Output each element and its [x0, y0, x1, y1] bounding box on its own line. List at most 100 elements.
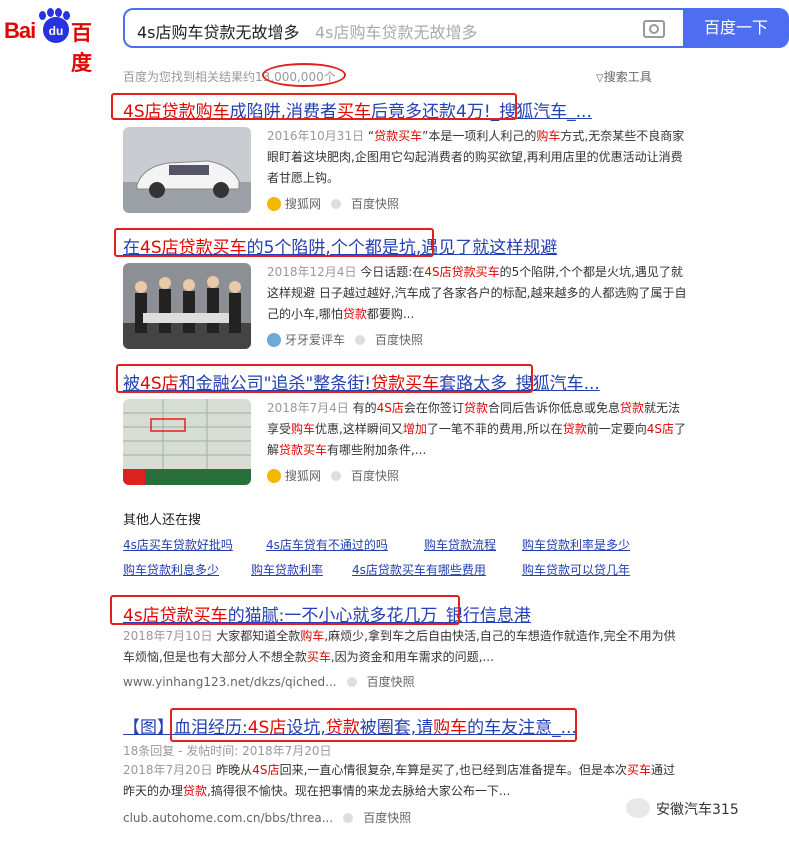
text-segment: 了一笔不菲的费用,所以在: [426, 422, 563, 436]
snapshot-link[interactable]: 百度快照: [367, 675, 415, 689]
keyword-highlight: 贷款: [342, 307, 367, 321]
keyword-highlight: 4S店: [376, 401, 404, 415]
keyword-highlight: 4S店: [646, 422, 674, 436]
text-segment: 有的: [352, 401, 377, 415]
result-snippet: 2018年7月10日 大家都知道全款购车,麻烦少,拿到车之后自由快活,自己的车想…: [123, 626, 683, 668]
funnel-icon: ▽: [596, 73, 604, 84]
keyword-highlight: 购车: [291, 422, 316, 436]
keyword-highlight: 贷款: [463, 401, 488, 415]
sohu-icon: [267, 197, 281, 211]
text-segment: 有哪些附加条件,...: [327, 443, 427, 457]
result-source: 牙牙爱评车 百度快照: [267, 331, 423, 348]
source-icon: [267, 333, 281, 347]
shield-icon: [331, 471, 342, 481]
keyword-highlight: 购车: [536, 129, 561, 143]
snapshot-link[interactable]: 百度快照: [351, 469, 399, 483]
keyword-highlight: 贷款: [562, 422, 587, 436]
keyword-highlight: 4S店贷款买车: [424, 265, 500, 279]
search-input[interactable]: 4s店购车贷款无故增多 4s店购车贷款无故增多: [123, 8, 683, 48]
search-ghost: 4s店购车贷款无故增多: [315, 23, 478, 42]
keyword-highlight: 贷款买车: [279, 443, 328, 457]
annotation-circle: [262, 63, 346, 87]
annotation-box: [170, 708, 577, 742]
logo-bai: Bai: [4, 18, 36, 43]
search-tools-label: 搜索工具: [603, 70, 652, 84]
result-url[interactable]: www.yinhang123.net/dkzs/qiched...: [123, 675, 337, 689]
related-search-link[interactable]: 购车贷款利率: [251, 561, 323, 578]
text-segment: 都要购...: [366, 307, 415, 321]
related-search-link[interactable]: 购车贷款可以贷几年: [522, 561, 630, 578]
result-date: 2016年10月31日: [267, 129, 365, 143]
annotation-box: [114, 228, 434, 257]
result-source: 搜狐网 百度快照: [267, 195, 399, 212]
search-tools[interactable]: ▽搜索工具: [596, 68, 652, 85]
related-search-link[interactable]: 4s店买车贷款好批吗: [123, 536, 233, 553]
result-snippet: 2016年10月31日 “贷款买车”本是一项利人利己的购车方式,无奈某些不良商家…: [267, 126, 687, 189]
watermark: 安徽汽车315: [626, 798, 739, 819]
text-segment: ,因为资金和用车需求的问题,...: [330, 650, 494, 664]
post-meta: 18条回复 - 发帖时间: 2018年7月20日: [123, 744, 332, 758]
result-snippet: 2018年7月4日 有的4S店会在你签订贷款合同后告诉你低息或免息贷款就无法享受…: [267, 398, 687, 461]
shield-icon: [346, 677, 357, 687]
result-thumbnail[interactable]: [123, 399, 251, 485]
result-thumbnail[interactable]: [123, 127, 251, 213]
baidu-logo[interactable]: Bai du 百度: [4, 8, 108, 75]
logo-du: du: [48, 24, 64, 38]
text-segment: 今日话题:在: [360, 265, 425, 279]
result-source: club.autohome.com.cn/bbs/threa... 百度快照: [123, 809, 411, 826]
annotation-box: [110, 595, 460, 625]
shield-icon: [331, 199, 342, 209]
text-segment: 回来,一直心情很复杂,车算是买了,也已经到店准备提车。但是本次: [279, 763, 628, 777]
keyword-highlight: 买车: [627, 763, 652, 777]
result-snippet: 2018年7月20日 昨晚从4S店回来,一直心情很复杂,车算是买了,也已经到店准…: [123, 760, 683, 802]
result-date: 2018年7月4日: [267, 401, 349, 415]
text-segment: 大家都知道全款: [216, 629, 301, 643]
snapshot-link[interactable]: 百度快照: [375, 333, 423, 347]
result-date: 2018年7月10日: [123, 629, 213, 643]
text-segment: 合同后告诉你低息或免息: [487, 401, 620, 415]
keyword-highlight: 贷款: [619, 401, 644, 415]
annotation-box: [116, 364, 533, 393]
annotation-box: [111, 93, 517, 120]
keyword-highlight: 4S店: [252, 763, 280, 777]
text-segment: ”本是一项利人利己的: [422, 129, 537, 143]
result-date: 2018年7月20日: [123, 763, 213, 777]
related-search-link[interactable]: 4s店贷款买车有哪些费用: [352, 561, 486, 578]
source-name[interactable]: 搜狐网: [285, 197, 321, 211]
keyword-highlight: 增加: [402, 422, 427, 436]
result-thumbnail[interactable]: [123, 263, 251, 349]
snapshot-link[interactable]: 百度快照: [363, 811, 411, 825]
result-date: 2018年12月4日: [267, 265, 357, 279]
result-url[interactable]: club.autohome.com.cn/bbs/threa...: [123, 811, 333, 825]
related-search-link[interactable]: 购车贷款流程: [424, 536, 496, 553]
text-segment: 前一定要向: [586, 422, 647, 436]
text-segment: 昨晚从: [216, 763, 253, 777]
keyword-highlight: 贷款买车: [374, 129, 423, 143]
wechat-icon: [626, 798, 650, 818]
text-segment: 会在你签订: [403, 401, 464, 415]
sohu-icon: [267, 469, 281, 483]
shield-icon: [355, 335, 366, 345]
text-segment: ,搞得很不愉快。现在把事情的来龙去脉给大家公布一下...: [207, 784, 511, 798]
keyword-highlight: 购车: [300, 629, 325, 643]
text-segment: 优惠,这样瞬间又: [315, 422, 403, 436]
search-button[interactable]: 百度一下: [683, 8, 789, 48]
related-search-link[interactable]: 4s店车贷有不通过的吗: [266, 536, 388, 553]
shield-icon: [343, 813, 354, 823]
watermark-text: 安徽汽车315: [656, 802, 739, 818]
camera-icon[interactable]: [643, 20, 665, 38]
keyword-highlight: 贷款: [183, 784, 208, 798]
source-name[interactable]: 牙牙爱评车: [285, 333, 345, 347]
related-searches-title: 其他人还在搜: [123, 513, 202, 528]
result-snippet: 2018年12月4日 今日话题:在4S店贷款买车的5个陷阱,个个都是火坑,遇见了…: [267, 262, 687, 325]
snapshot-link[interactable]: 百度快照: [351, 197, 399, 211]
related-search-link[interactable]: 购车贷款利率是多少: [522, 536, 630, 553]
paw-icon: du: [39, 11, 69, 43]
result-source: www.yinhang123.net/dkzs/qiched... 百度快照: [123, 673, 415, 690]
related-search-link[interactable]: 购车贷款利息多少: [123, 561, 219, 578]
search-query[interactable]: 4s店购车贷款无故增多: [137, 19, 300, 43]
result-source: 搜狐网 百度快照: [267, 467, 399, 484]
logo-cn: 百度: [71, 21, 92, 75]
keyword-highlight: 买车: [306, 650, 331, 664]
source-name[interactable]: 搜狐网: [285, 469, 321, 483]
